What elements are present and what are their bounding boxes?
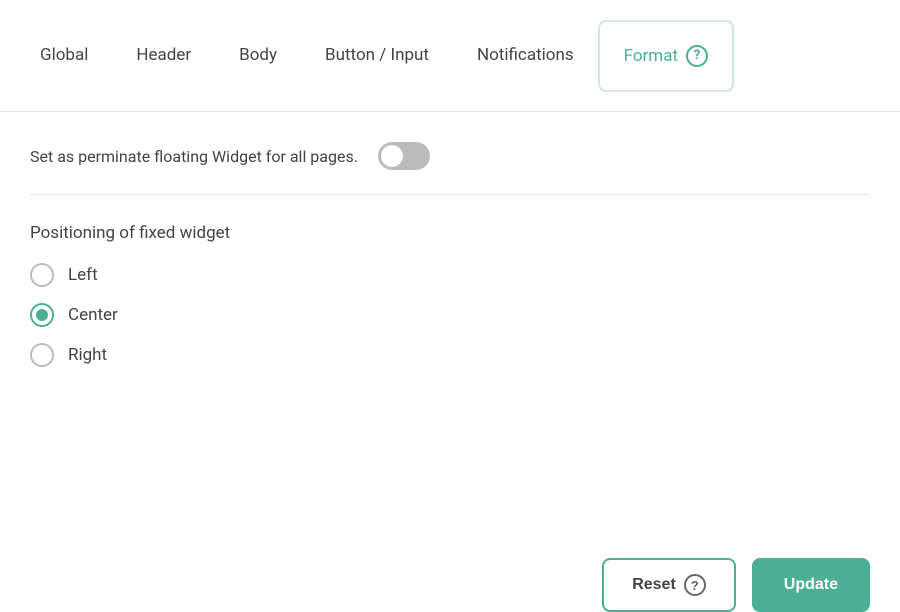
radio-right[interactable]: Right bbox=[30, 343, 870, 367]
floating-widget-toggle[interactable] bbox=[378, 142, 430, 170]
positioning-label: Positioning of fixed widget bbox=[30, 223, 870, 243]
tab-format-label: Format bbox=[624, 46, 678, 66]
tab-header[interactable]: Header bbox=[112, 1, 215, 112]
radio-center[interactable]: Center bbox=[30, 303, 870, 327]
section-divider bbox=[30, 194, 870, 195]
toggle-row: Set as perminate floating Widget for all… bbox=[30, 142, 870, 170]
toggle-label: Set as perminate floating Widget for all… bbox=[30, 147, 358, 166]
button-row: Reset ? Update bbox=[0, 558, 900, 612]
update-button[interactable]: Update bbox=[752, 558, 870, 612]
radio-label-right: Right bbox=[68, 345, 107, 365]
tab-notifications[interactable]: Notifications bbox=[453, 1, 598, 112]
tab-global[interactable]: Global bbox=[30, 1, 112, 112]
reset-help-icon: ? bbox=[684, 574, 706, 596]
format-help-icon[interactable]: ? bbox=[686, 45, 708, 67]
tab-body[interactable]: Body bbox=[215, 1, 301, 112]
reset-button[interactable]: Reset ? bbox=[602, 558, 736, 612]
tab-bar: Global Header Body Button / Input Notifi… bbox=[0, 0, 900, 112]
page-container: Global Header Body Button / Input Notifi… bbox=[0, 0, 900, 612]
radio-left[interactable]: Left bbox=[30, 263, 870, 287]
tab-button-input[interactable]: Button / Input bbox=[301, 1, 453, 112]
radio-label-left: Left bbox=[68, 265, 98, 285]
tab-format[interactable]: Format ? bbox=[598, 20, 734, 92]
reset-label: Reset bbox=[632, 576, 676, 594]
radio-label-center: Center bbox=[68, 305, 118, 325]
radio-circle-left bbox=[30, 263, 54, 287]
positioning-section: Positioning of fixed widget Left Center … bbox=[30, 223, 870, 367]
radio-circle-center bbox=[30, 303, 54, 327]
toggle-slider bbox=[378, 142, 430, 170]
positioning-radio-group: Left Center Right bbox=[30, 263, 870, 367]
radio-circle-right bbox=[30, 343, 54, 367]
content-area: Set as perminate floating Widget for all… bbox=[0, 112, 900, 518]
